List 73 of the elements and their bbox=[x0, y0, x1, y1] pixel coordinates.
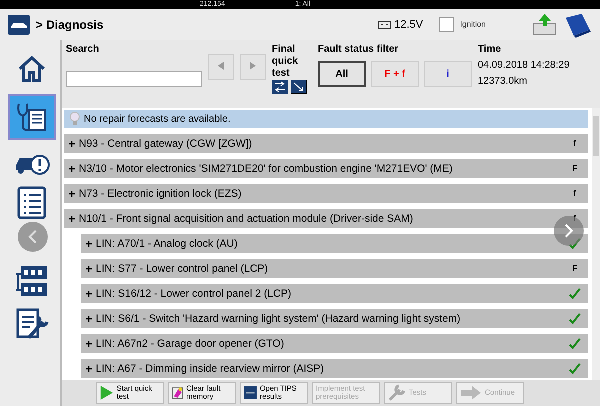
search-label: Search bbox=[66, 44, 100, 55]
filter-button[interactable]: i bbox=[424, 61, 472, 87]
control-unit-label: N93 - Central gateway (CGW [ZGW]) bbox=[79, 138, 254, 150]
control-unit-row[interactable]: N10/1 - Front signal acquisition and actuation module (Driver-side SAM) f bbox=[64, 209, 588, 228]
list-icon bbox=[17, 186, 47, 220]
car-icon bbox=[8, 14, 30, 34]
sidebar-item[interactable] bbox=[15, 264, 49, 298]
right-arrow-icon bbox=[249, 62, 257, 70]
expand-icon[interactable] bbox=[86, 266, 92, 272]
sidebar-item[interactable] bbox=[17, 186, 47, 220]
play-icon bbox=[100, 384, 114, 402]
time-label: Time bbox=[478, 44, 502, 55]
control-unit-row[interactable]: LIN: A70/1 - Analog clock (AU) bbox=[81, 234, 588, 253]
expand-icon[interactable] bbox=[69, 216, 75, 222]
filter-button[interactable]: All bbox=[318, 61, 366, 87]
expand-icon[interactable] bbox=[69, 190, 75, 196]
chevron-left-icon bbox=[28, 230, 38, 244]
fault-status: F bbox=[572, 264, 578, 273]
expand-icon[interactable] bbox=[86, 240, 92, 246]
control-unit-row[interactable]: N93 - Central gateway (CGW [ZGW]) f bbox=[64, 134, 588, 153]
control-unit-row[interactable]: LIN: A67n2 - Garage door opener (GTO) bbox=[81, 334, 588, 353]
left-arrow-icon bbox=[217, 62, 225, 70]
expand-icon[interactable] bbox=[86, 316, 92, 322]
fault-status: F bbox=[572, 164, 578, 173]
ignition-checkbox[interactable] bbox=[439, 17, 454, 32]
sidebar-item[interactable] bbox=[15, 308, 49, 342]
fault-status: f bbox=[572, 189, 578, 198]
search-field[interactable] bbox=[66, 71, 202, 87]
expand-icon[interactable] bbox=[86, 366, 92, 372]
control-unit-row[interactable]: LIN: A67 - Dimming inside rearview mirror (AISP) bbox=[81, 359, 588, 378]
battery-icon bbox=[378, 20, 392, 29]
voltage-reading: 12.5V bbox=[394, 18, 424, 30]
control-unit-row[interactable]: N3/10 - Motor electronics 'SIM271DE20' for combustion engine 'M271EVO' (ME) F bbox=[64, 159, 588, 178]
module-grid-icon bbox=[15, 264, 49, 298]
expand-icon[interactable] bbox=[86, 290, 92, 296]
control-unit-label: N3/10 - Motor electronics 'SIM271DE20' for combustion engine 'M271EVO' (ME) bbox=[79, 162, 454, 174]
control-unit-label: LIN: S6/1 - Switch 'Hazard warning light system' (Hazard warning light system) bbox=[96, 312, 462, 324]
date-time: 04.09.2018 14:28:29 bbox=[478, 60, 570, 71]
control-unit-label: LIN: S16/12 - Lower control panel 2 (LCP) bbox=[96, 288, 293, 300]
lightbulb-icon bbox=[70, 112, 80, 126]
final-quick-test-label: Final quick test bbox=[272, 44, 300, 80]
ignition-label: Ignition bbox=[460, 20, 486, 29]
control-unit-label: LIN: S77 - Lower control panel (LCP) bbox=[96, 262, 270, 274]
control-unit-row[interactable]: LIN: S6/1 - Switch 'Hazard warning light system' (Hazard warning light system) bbox=[81, 309, 588, 328]
control-unit-label: LIN: A70/1 - Analog clock (AU) bbox=[96, 238, 239, 250]
scrollbar[interactable] bbox=[592, 108, 600, 380]
control-unit-label: LIN: A67n2 - Garage door opener (GTO) bbox=[96, 338, 286, 350]
wrench-icon bbox=[388, 384, 406, 402]
breadcrumb: > Diagnosis bbox=[36, 18, 104, 32]
expand-icon[interactable] bbox=[86, 340, 92, 346]
book-icon[interactable] bbox=[564, 12, 592, 38]
control-unit-row[interactable]: LIN: S77 - Lower control panel (LCP) F bbox=[81, 259, 588, 278]
odometer-reading: 12373.0km bbox=[478, 76, 528, 87]
control-unit-row[interactable]: N73 - Electronic ignition lock (EZS) f bbox=[64, 184, 588, 203]
sidebar-item[interactable] bbox=[17, 54, 47, 84]
control-unit-label: N73 - Electronic ignition lock (EZS) bbox=[79, 188, 243, 200]
expand-icon[interactable] bbox=[69, 166, 75, 172]
filter-button[interactable]: F + f bbox=[371, 61, 419, 87]
arrow-right-icon bbox=[460, 385, 482, 401]
transfer-icon[interactable] bbox=[272, 80, 288, 94]
filter-label: Fault status filter bbox=[318, 44, 400, 55]
sidebar-item[interactable] bbox=[8, 94, 56, 140]
fault-status: f bbox=[572, 214, 578, 223]
expand-icon[interactable] bbox=[69, 140, 75, 146]
control-unit-label: LIN: A67 - Dimming inside rearview mirror (AISP) bbox=[96, 362, 326, 374]
control-unit-row[interactable]: LIN: S16/12 - Lower control panel 2 (LCP) bbox=[81, 284, 588, 303]
route-icon[interactable] bbox=[291, 80, 307, 94]
document-wrench-icon bbox=[15, 308, 49, 342]
fault-status: f bbox=[572, 139, 578, 148]
home-icon bbox=[17, 54, 47, 84]
notice-text: No repair forecasts are available. bbox=[84, 114, 231, 124]
chevron-right-icon bbox=[564, 224, 574, 238]
control-unit-label: N10/1 - Front signal acquisition and actuation module (Driver-side SAM) bbox=[79, 212, 414, 224]
